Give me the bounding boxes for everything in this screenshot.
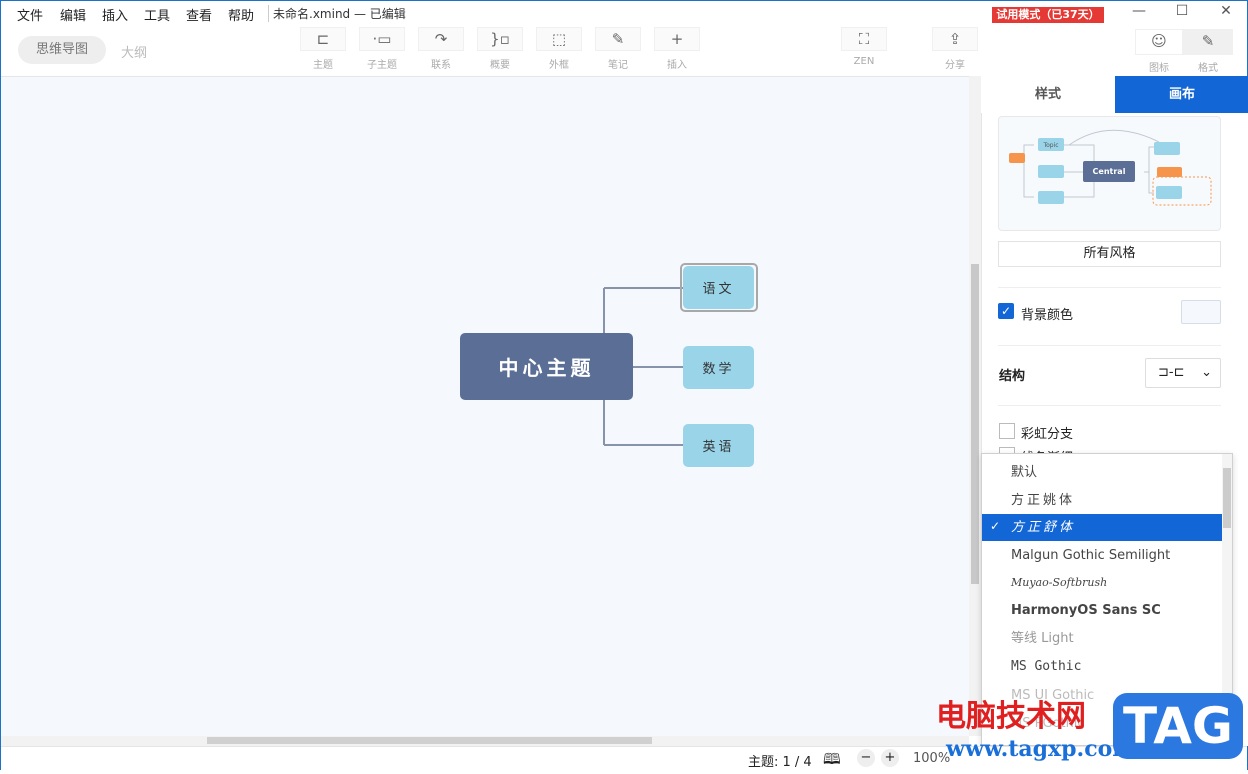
- preview-central-label: Central: [1093, 167, 1126, 176]
- structure-label: 结构: [999, 369, 1026, 384]
- font-option[interactable]: Malgun Gothic Semilight: [982, 542, 1223, 569]
- font-option[interactable]: MS Gothic: [982, 653, 1223, 680]
- horizontal-scroll-thumb[interactable]: [207, 737, 652, 744]
- bg-color-checkbox[interactable]: ✓: [998, 303, 1014, 319]
- smiley-icon: ☺: [1151, 32, 1167, 50]
- central-topic[interactable]: 中心主题: [460, 333, 633, 400]
- theme-preview-graphic: Topic Central: [1009, 129, 1212, 206]
- tab-style[interactable]: 样式: [981, 76, 1115, 113]
- close-button[interactable]: ✕: [1211, 3, 1241, 25]
- format-panel-button[interactable]: ✎: [1183, 29, 1233, 55]
- zoom-in-button[interactable]: +: [881, 749, 899, 767]
- format-panel-label: 格式: [1198, 63, 1218, 74]
- font-option[interactable]: Muyao-Softbrush: [982, 569, 1223, 596]
- paintbrush-icon: ✎: [1201, 32, 1215, 50]
- zoom-level[interactable]: 100%: [913, 751, 950, 766]
- rainbow-branch-label: 彩虹分支: [1021, 427, 1074, 442]
- preview-topic-label: Topic: [1042, 142, 1058, 149]
- font-option[interactable]: 等线 Light: [982, 625, 1223, 652]
- divider: [998, 405, 1221, 406]
- topic-chinese[interactable]: 语文: [683, 266, 754, 309]
- divider: [998, 345, 1221, 346]
- watermark-url: www.tagxp.com: [946, 736, 1136, 762]
- dropdown-scroll-thumb[interactable]: [1223, 468, 1231, 528]
- checkmark-icon: ✓: [990, 519, 1001, 533]
- font-option-selected[interactable]: 方正舒体: [982, 514, 1223, 541]
- theme-preview[interactable]: Topic Central: [998, 116, 1221, 231]
- icon-panel-button[interactable]: ☺: [1135, 29, 1183, 55]
- tab-canvas[interactable]: 画布: [1115, 76, 1248, 113]
- divider: [998, 287, 1221, 288]
- topic-count: 主题: 1 / 4: [748, 755, 812, 770]
- maximize-button[interactable]: ☐: [1167, 3, 1197, 25]
- watermark-text: 电脑技术网: [936, 699, 1086, 734]
- trial-badge[interactable]: 试用模式（已37天）: [992, 7, 1104, 23]
- vertical-scroll-thumb[interactable]: [971, 264, 979, 584]
- rainbow-branch-checkbox[interactable]: [999, 423, 1015, 439]
- topic-english[interactable]: 英语: [683, 424, 754, 467]
- bg-color-label: 背景颜色: [1021, 308, 1074, 323]
- bg-color-swatch[interactable]: [1181, 300, 1221, 324]
- font-option[interactable]: HarmonyOS Sans SC: [982, 597, 1223, 624]
- watermark-logo: TAG: [1113, 693, 1243, 759]
- map-icon[interactable]: 🕮: [823, 749, 841, 774]
- all-styles-button[interactable]: 所有风格: [998, 241, 1221, 267]
- minimize-button[interactable]: —: [1124, 3, 1154, 25]
- font-option[interactable]: 默认: [982, 459, 1223, 486]
- chevron-down-icon: ⌄: [1201, 365, 1212, 380]
- structure-select[interactable]: ⊐-⊏ ⌄: [1145, 358, 1221, 388]
- structure-map-icon: ⊐-⊏: [1158, 365, 1185, 380]
- zoom-out-button[interactable]: −: [857, 749, 875, 767]
- topic-math[interactable]: 数学: [683, 346, 754, 389]
- font-option[interactable]: 方正姚体: [982, 487, 1223, 514]
